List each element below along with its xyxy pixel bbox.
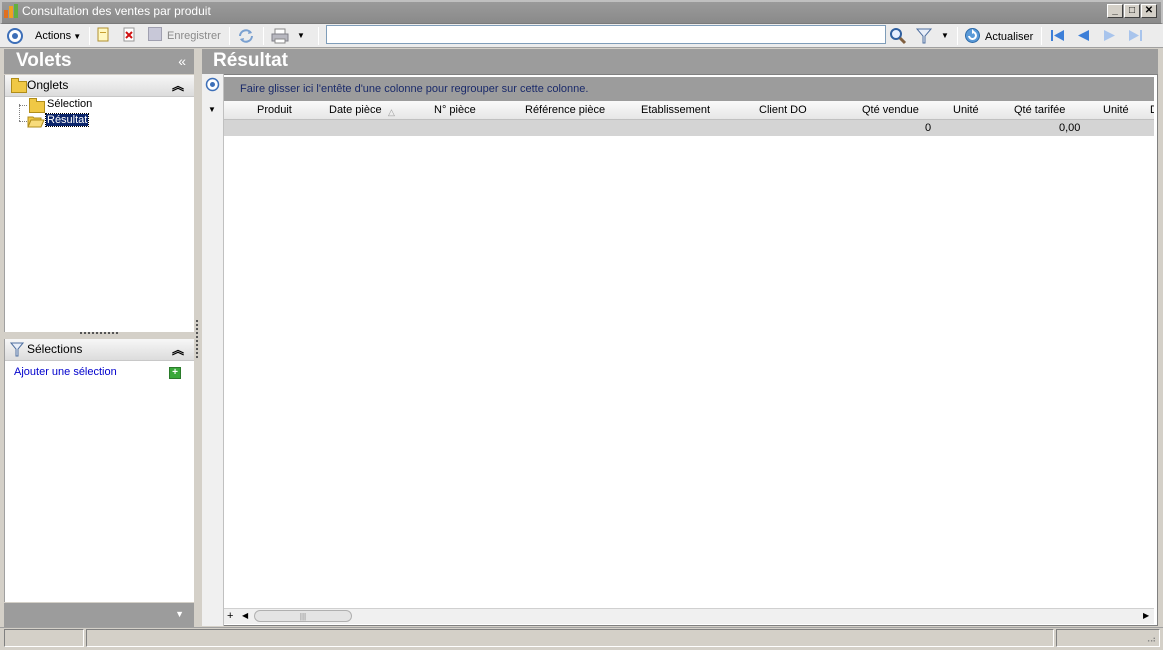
tabs-section-header[interactable]: Onglets ︽ xyxy=(5,75,194,97)
open-folder-icon xyxy=(27,115,45,131)
summary-qte-vendue: 0 xyxy=(925,122,932,134)
result-header: Résultat xyxy=(202,49,1158,74)
column-header-reference-piece[interactable]: Référence pièce xyxy=(525,104,605,116)
add-icon[interactable]: + xyxy=(169,367,181,379)
status-cell xyxy=(86,629,1054,647)
print-icon[interactable] xyxy=(271,27,289,45)
group-by-panel[interactable]: Faire glisser ici l'entête d'une colonne… xyxy=(224,77,1154,101)
selections-panel: Sélections ︽ Ajouter une sélection + xyxy=(4,339,194,602)
minimize-button[interactable]: _ xyxy=(1107,4,1123,18)
grid-column-header: Produit Date pièce △ N° pièce Référence … xyxy=(224,101,1154,120)
first-page-icon[interactable] xyxy=(1049,27,1066,45)
save-label: Enregistrer xyxy=(167,30,221,42)
column-header-truncated[interactable]: D xyxy=(1150,104,1154,116)
panes-title: Volets xyxy=(16,50,72,71)
column-header-qte-tarifee[interactable]: Qté tarifée xyxy=(1014,104,1065,116)
column-header-produit[interactable]: Produit xyxy=(257,104,292,116)
collapse-panes-icon[interactable]: « xyxy=(178,49,186,73)
actions-menu-button[interactable]: Actions ▼ xyxy=(35,27,81,45)
summary-qte-tarifee: 0,00 xyxy=(1059,122,1081,134)
collapse-section-icon[interactable]: ︽ xyxy=(172,341,184,358)
horizontal-splitter-handle[interactable] xyxy=(80,332,118,336)
expand-icon[interactable]: + xyxy=(227,610,233,622)
toolbar-separator xyxy=(263,27,264,45)
scroll-thumb[interactable]: ||| xyxy=(254,610,352,622)
tree-item-label: Résultat xyxy=(44,113,90,127)
tabs-panel: Onglets ︽ Sélection Résultat xyxy=(4,75,194,332)
grid-row-indicator-column xyxy=(202,74,224,626)
delete-icon[interactable] xyxy=(122,27,136,45)
previous-page-icon[interactable] xyxy=(1075,27,1092,45)
chevron-down-icon[interactable]: ▼ xyxy=(175,609,184,619)
search-input[interactable] xyxy=(326,25,886,44)
circle-target-icon[interactable] xyxy=(6,27,24,45)
refresh-button[interactable]: Actualiser xyxy=(964,27,1033,45)
horizontal-scrollbar[interactable] xyxy=(224,608,1154,624)
column-header-unite[interactable]: Unité xyxy=(953,104,979,116)
new-document-icon[interactable] xyxy=(96,27,110,45)
sort-ascending-icon: △ xyxy=(388,107,395,117)
result-grid xyxy=(202,74,1158,626)
add-selection-link[interactable]: Ajouter une sélection xyxy=(14,366,117,378)
column-header-qte-vendue[interactable]: Qté vendue xyxy=(862,104,919,116)
save-icon xyxy=(148,27,162,41)
app-logo-icon xyxy=(4,4,18,18)
selections-section-header[interactable]: Sélections ︽ xyxy=(5,339,194,361)
column-header-client-do[interactable]: Client DO xyxy=(759,104,807,116)
folder-icon xyxy=(29,98,45,113)
dropdown-arrow-icon: ▼ xyxy=(71,32,82,41)
magnifier-icon[interactable] xyxy=(889,27,907,45)
refresh-label: Actualiser xyxy=(985,31,1034,43)
tabs-section-title: Onglets xyxy=(27,78,69,92)
toolbar-separator xyxy=(1041,27,1042,45)
toolbar-separator xyxy=(89,27,90,45)
selections-section-title: Sélections xyxy=(27,342,83,356)
summary-row: 0 0,00 xyxy=(224,120,1154,136)
tree-line xyxy=(19,105,27,107)
scroll-right-icon[interactable]: ▶ xyxy=(1143,610,1149,622)
result-title: Résultat xyxy=(213,50,288,71)
actions-label: Actions xyxy=(35,30,72,42)
column-header-date-piece[interactable]: Date pièce xyxy=(329,104,382,116)
filter-dropdown-icon[interactable]: ▼ xyxy=(941,27,949,45)
vertical-splitter-handle[interactable] xyxy=(196,320,198,358)
column-header-etablissement[interactable]: Etablissement xyxy=(641,104,710,116)
collapse-section-icon[interactable]: ︽ xyxy=(172,77,184,94)
maximize-button[interactable]: □ xyxy=(1124,4,1140,18)
filter-icon[interactable] xyxy=(915,27,933,45)
window-title: Consultation des ventes par produit xyxy=(22,4,211,18)
group-hint-text: Faire glisser ici l'entête d'une colonne… xyxy=(240,83,589,95)
resize-grip-icon[interactable]: ⠠⠴ xyxy=(1144,634,1156,645)
scroll-left-icon[interactable]: ◀ xyxy=(242,610,248,622)
save-button[interactable]: Enregistrer xyxy=(148,27,221,45)
last-page-icon[interactable] xyxy=(1127,27,1144,45)
tree-line xyxy=(19,121,27,123)
sync-icon[interactable] xyxy=(237,27,255,45)
next-page-icon[interactable] xyxy=(1101,27,1118,45)
column-header-numero-piece[interactable]: N° pièce xyxy=(434,104,476,116)
toolbar-separator xyxy=(957,27,958,45)
filter-icon xyxy=(9,342,25,360)
refresh-icon xyxy=(964,27,981,50)
grid-options-icon[interactable] xyxy=(205,77,220,95)
tree-item-label: Sélection xyxy=(47,98,93,110)
status-cell xyxy=(4,629,84,647)
toolbar-separator xyxy=(318,27,319,45)
folder-icon xyxy=(11,78,27,93)
panes-footer: ▼ xyxy=(4,603,194,627)
close-button[interactable]: ✕ xyxy=(1141,4,1157,18)
column-chooser-icon[interactable]: ▼ xyxy=(208,105,216,114)
column-header-unite-2[interactable]: Unité xyxy=(1103,104,1129,116)
print-dropdown-icon[interactable]: ▼ xyxy=(297,27,305,45)
toolbar-separator xyxy=(229,27,230,45)
panes-header: Volets « xyxy=(4,49,194,74)
